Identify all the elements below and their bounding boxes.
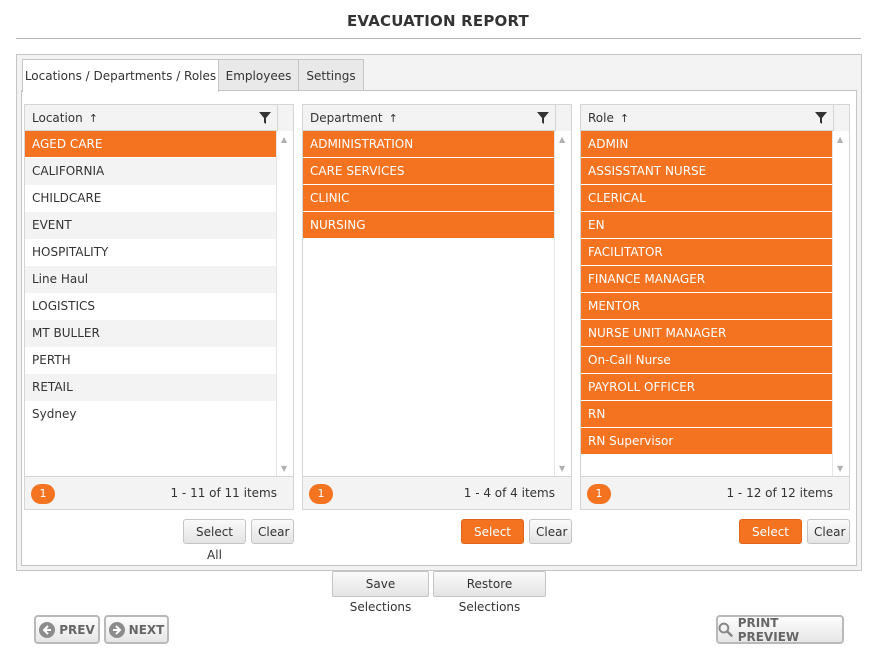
filter-icon[interactable]: [537, 112, 549, 124]
list-item[interactable]: AGED CARE: [25, 131, 277, 158]
tab-label: Employees: [225, 68, 292, 83]
page-title: EVACUATION REPORT: [346, 12, 529, 30]
list-item[interactable]: MENTOR: [581, 293, 833, 320]
list-item[interactable]: RETAIL: [25, 374, 277, 401]
list-item[interactable]: NURSING: [303, 212, 555, 239]
list-item[interactable]: CLINIC: [303, 185, 555, 212]
list-item[interactable]: Line Haul: [25, 266, 277, 293]
page-number-button[interactable]: 1: [309, 484, 333, 504]
scroll-up-icon[interactable]: ▲: [281, 135, 287, 144]
tab-employees[interactable]: Employees: [218, 59, 299, 91]
department-grid: Department ↑ ADMINISTRATION CARE SERVICES C…: [302, 104, 572, 510]
list-item[interactable]: CHILDCARE: [25, 185, 277, 212]
header-scrollbar-cap: [277, 105, 293, 131]
column-header-role[interactable]: Role ↑: [588, 105, 629, 131]
list-item[interactable]: ADMIN: [581, 131, 833, 158]
pager-info: 1 - 4 of 4 items: [463, 486, 555, 500]
list-item[interactable]: CLERICAL: [581, 185, 833, 212]
grid-header: Department ↑: [303, 105, 571, 131]
title-divider: [16, 38, 861, 39]
vertical-scrollbar[interactable]: ▲ ▼: [554, 131, 571, 477]
list-item[interactable]: Sydney: [25, 401, 277, 428]
list-item[interactable]: PERTH: [25, 347, 277, 374]
page-number-button[interactable]: 1: [31, 484, 55, 504]
list-item[interactable]: RN Supervisor: [581, 428, 833, 455]
department-list: ADMINISTRATION CARE SERVICES CLINIC NURSING: [303, 131, 555, 477]
print-preview-label: PRINT PREVIEW: [737, 615, 800, 644]
list-item[interactable]: NURSE UNIT MANAGER: [581, 320, 833, 347]
header-scrollbar-cap: [833, 105, 849, 131]
role-list: ADMIN ASSISSTANT NURSE CLERICAL EN FACILITAT…: [581, 131, 833, 477]
grid-header: Location ↑: [25, 105, 293, 131]
location-clear-button[interactable]: Clear: [251, 519, 294, 544]
prev-label: PREV: [59, 622, 95, 637]
grid-pager: 1 1 - 11 of 11 items: [25, 476, 293, 509]
vertical-scrollbar[interactable]: ▲ ▼: [832, 131, 849, 477]
header-scrollbar-cap: [555, 105, 571, 131]
list-item[interactable]: On-Call Nurse: [581, 347, 833, 374]
tab-locations-departments-roles[interactable]: Locations / Departments / Roles: [22, 59, 219, 92]
filter-icon[interactable]: [815, 112, 827, 124]
department-select-all-button[interactable]: Select All: [461, 519, 524, 562]
arrow-left-icon: [39, 621, 56, 638]
prev-button[interactable]: PREV: [34, 615, 100, 644]
scroll-up-icon[interactable]: ▲: [837, 135, 843, 144]
list-item[interactable]: FINANCE MANAGER: [581, 266, 833, 293]
filter-icon[interactable]: [259, 112, 271, 124]
list-item[interactable]: CARE SERVICES: [303, 158, 555, 185]
scroll-up-icon[interactable]: ▲: [559, 135, 565, 144]
list-item[interactable]: LOGISTICS: [25, 293, 277, 320]
list-item[interactable]: RN: [581, 401, 833, 428]
list-item[interactable]: CALIFORNIA: [25, 158, 277, 185]
list-item[interactable]: HOSPITALITY: [25, 239, 277, 266]
column-header-department[interactable]: Department ↑: [310, 105, 398, 131]
next-button[interactable]: NEXT: [104, 615, 169, 644]
pager-info: 1 - 11 of 11 items: [170, 486, 277, 500]
location-list: AGED CARE CALIFORNIA CHILDCARE EVENT HOSPITA…: [25, 131, 277, 477]
scroll-down-icon[interactable]: ▼: [837, 464, 843, 473]
sort-ascending-icon: ↑: [88, 112, 98, 125]
list-item[interactable]: MT BULLER: [25, 320, 277, 347]
pager-info: 1 - 12 of 12 items: [726, 486, 833, 500]
grid-pager: 1 1 - 12 of 12 items: [581, 476, 849, 509]
tab-settings[interactable]: Settings: [298, 59, 364, 91]
column-header-label: Location: [32, 111, 83, 125]
list-item[interactable]: FACILITATOR: [581, 239, 833, 266]
magnifier-icon: [718, 622, 734, 637]
column-header-location[interactable]: Location ↑: [32, 105, 98, 131]
vertical-scrollbar[interactable]: ▲ ▼: [276, 131, 293, 477]
scroll-down-icon[interactable]: ▼: [281, 464, 287, 473]
sort-ascending-icon: ↑: [619, 112, 630, 125]
list-item[interactable]: EVENT: [25, 212, 277, 239]
role-select-all-button[interactable]: Select All: [739, 519, 802, 562]
list-item[interactable]: PAYROLL OFFICER: [581, 374, 833, 401]
location-select-all-button[interactable]: Select All: [183, 519, 246, 562]
save-selections-button[interactable]: Save Selections: [332, 571, 429, 614]
scroll-down-icon[interactable]: ▼: [559, 464, 565, 473]
next-label: NEXT: [128, 622, 165, 637]
department-clear-button[interactable]: Clear: [529, 519, 572, 544]
arrow-right-icon: [108, 621, 125, 638]
restore-selections-button[interactable]: Restore Selections: [433, 571, 546, 614]
grid-header: Role ↑: [581, 105, 849, 131]
tab-label: Settings: [306, 68, 356, 83]
role-grid: Role ↑ ADMIN ASSISSTANT NURSE CLERICAL EN FAC…: [580, 104, 850, 510]
list-item[interactable]: ASSISSTANT NURSE: [581, 158, 833, 185]
column-header-label: Department: [310, 111, 383, 125]
list-item[interactable]: ADMINISTRATION: [303, 131, 555, 158]
grid-pager: 1 1 - 4 of 4 items: [303, 476, 571, 509]
page-number-button[interactable]: 1: [587, 484, 611, 504]
tab-label: Locations / Departments / Roles: [24, 69, 217, 83]
print-preview-button[interactable]: PRINT PREVIEW: [716, 615, 844, 644]
sort-ascending-icon: ↑: [388, 112, 398, 125]
role-clear-button[interactable]: Clear: [807, 519, 850, 544]
column-header-label: Role: [588, 111, 614, 125]
location-grid: Location ↑ AGED CARE CALIFORNIA CHILDCARE EV…: [24, 104, 294, 510]
list-item[interactable]: EN: [581, 212, 833, 239]
